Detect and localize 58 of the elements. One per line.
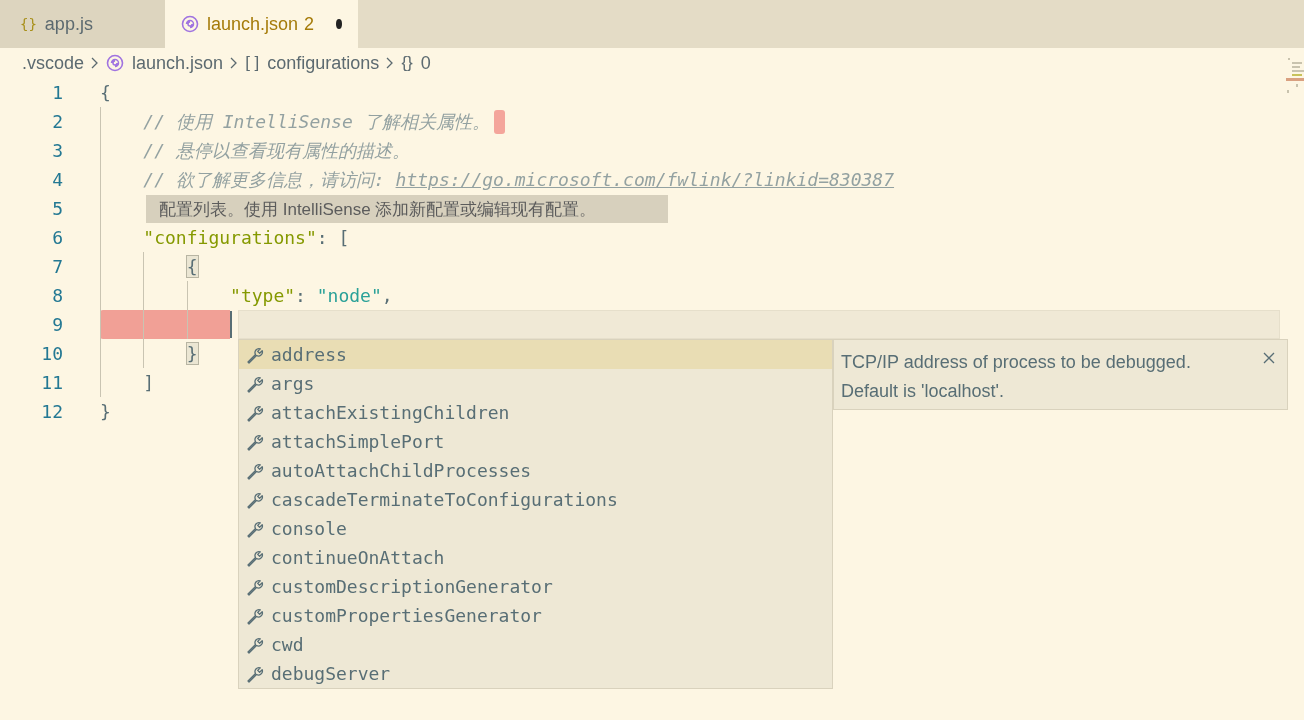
line-number: 1 xyxy=(51,82,63,103)
minimap-drawing xyxy=(1286,56,1304,96)
suggestion-item[interactable]: debugServer xyxy=(239,659,832,688)
suggestion-item[interactable]: cwd xyxy=(239,630,832,659)
debug-icon xyxy=(181,15,199,33)
line-number: 6 xyxy=(51,227,63,248)
breadcrumb-item[interactable]: configurations xyxy=(267,52,380,74)
hover-tooltip: 配置列表。使用 IntelliSense 添加新配置或编辑现有配置。 xyxy=(146,195,668,223)
suggestion-item[interactable]: attachExistingChildren xyxy=(239,398,832,427)
breadcrumb-item[interactable]: launch.json xyxy=(132,52,224,74)
debug-icon xyxy=(106,54,125,72)
line-number: 2 xyxy=(51,111,63,132)
code-text: } xyxy=(100,401,111,422)
code-text: // 悬停以查看现有属性的描述。 xyxy=(143,138,410,163)
code-text: { xyxy=(100,82,111,103)
line-number: 8 xyxy=(51,285,63,306)
line-number: 9 xyxy=(51,314,63,335)
suggestion-item[interactable]: args xyxy=(239,369,832,398)
code-text: // 使用 IntelliSense 了解相关属性。 xyxy=(143,109,490,134)
code-text: "type" xyxy=(230,285,296,306)
code-text: , xyxy=(381,285,393,306)
suggestion-item[interactable]: continueOnAttach xyxy=(239,543,832,572)
line-number: 11 xyxy=(40,372,63,393)
breadcrumb-item[interactable]: .vscode xyxy=(22,52,85,74)
suggestion-item[interactable]: attachSimplePort xyxy=(239,427,832,456)
suggestion-item[interactable]: address xyxy=(239,340,832,369)
object-symbol-icon: {} xyxy=(401,53,413,73)
suggestion-details: TCP/IP address of process to be debugged. Default is 'localhost'. xyxy=(841,352,1191,401)
code-text: "configurations" xyxy=(143,227,317,248)
problem-count: 2 xyxy=(304,13,315,35)
code-text: "node" xyxy=(316,285,382,306)
line-number: 3 xyxy=(51,140,63,161)
tab-label: launch.json xyxy=(207,13,299,35)
json-file-icon: {} xyxy=(20,16,37,32)
suggestion-item[interactable]: customDescriptionGenerator xyxy=(239,572,832,601)
code-text: ] xyxy=(143,372,155,393)
array-symbol-icon: [ ] xyxy=(245,53,260,73)
editor-tab[interactable]: {} app.js xyxy=(0,0,165,48)
code-text: { xyxy=(186,256,198,277)
line-number: 10 xyxy=(40,343,63,364)
code-text: : xyxy=(295,285,307,306)
tab-label: app.js xyxy=(44,13,93,35)
breadcrumb-item[interactable]: 0 xyxy=(420,52,431,74)
suggestion-item[interactable]: customPropertiesGenerator xyxy=(239,601,832,630)
suggestion-item[interactable]: cascadeTerminateToConfigurations xyxy=(239,485,832,514)
editor-tab[interactable]: launch.json 2 xyxy=(165,0,358,48)
text-cursor xyxy=(230,311,233,338)
code-text: // 欲了解更多信息，请访问: xyxy=(143,167,386,192)
line-number: 5 xyxy=(51,198,63,219)
line-number: 7 xyxy=(51,256,63,277)
close-icon[interactable] xyxy=(1263,352,1275,364)
suggestion-item[interactable]: autoAttachChildProcesses xyxy=(239,456,832,485)
code-text: } xyxy=(186,343,198,364)
code-text: : [ xyxy=(316,227,350,248)
line-number: 12 xyxy=(40,401,63,422)
code-link[interactable]: https://go.microsoft.com/fwlink/?linkid=830387 xyxy=(395,169,895,190)
line-number: 4 xyxy=(51,169,63,190)
suggestion-item[interactable]: console xyxy=(239,514,832,543)
